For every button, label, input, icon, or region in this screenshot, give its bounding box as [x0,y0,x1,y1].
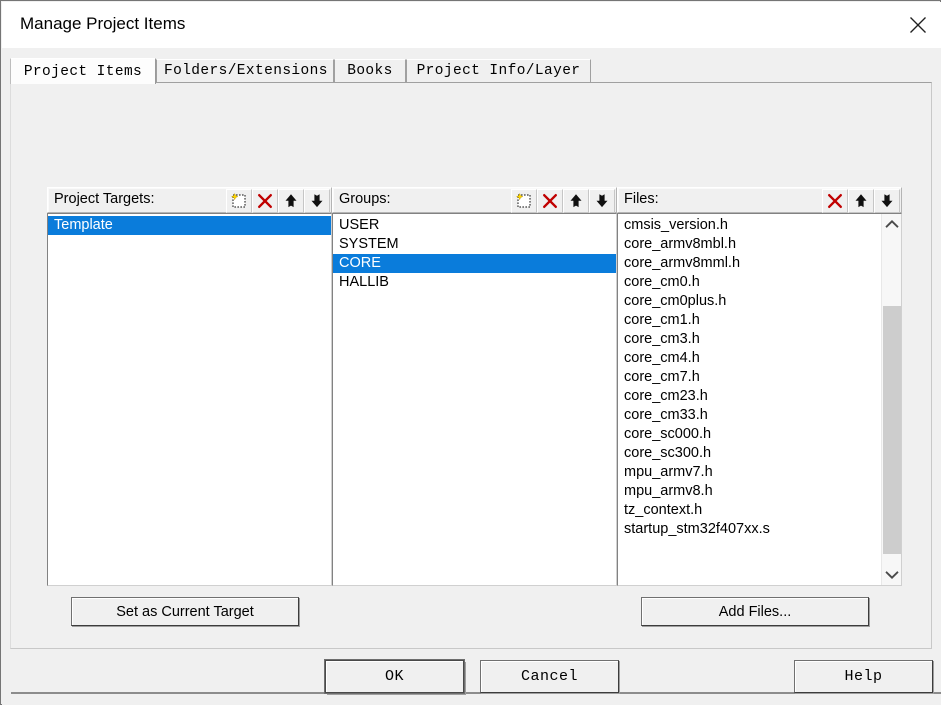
project-targets-pane: Project Targets: Template [47,187,332,586]
list-item[interactable]: mpu_armv8.h [618,482,881,501]
list-item[interactable]: core_sc300.h [618,444,881,463]
move-up-icon[interactable] [278,189,304,213]
list-item[interactable]: Template [48,216,331,235]
groups-toolbar [511,189,615,213]
list-item[interactable]: core_armv8mbl.h [618,235,881,254]
tab-books[interactable]: Books [334,59,406,83]
title-bar: Manage Project Items [2,2,941,48]
list-item[interactable]: SYSTEM [333,235,616,254]
list-item[interactable]: core_armv8mml.h [618,254,881,273]
files-header: Files: [617,187,902,213]
list-item[interactable]: core_cm33.h [618,406,881,425]
add-files-button[interactable]: Add Files... [641,597,869,626]
tab-project-items[interactable]: Project Items [10,58,156,84]
project-targets-listbox[interactable]: Template [47,213,332,586]
list-item[interactable]: core_cm3.h [618,330,881,349]
window-title: Manage Project Items [20,14,186,33]
files-toolbar [822,189,900,213]
list-item[interactable]: cmsis_version.h [618,216,881,235]
list-item[interactable]: core_cm0.h [618,273,881,292]
groups-listbox[interactable]: USER SYSTEM CORE HALLIB [332,213,617,586]
move-down-icon[interactable] [589,189,615,213]
delete-icon[interactable] [252,189,278,213]
files-listbox[interactable]: cmsis_version.h core_armv8mbl.h core_arm… [617,213,902,586]
new-icon[interactable] [226,189,252,213]
list-item[interactable]: core_cm23.h [618,387,881,406]
chevron-down-icon[interactable] [882,565,901,585]
cancel-button[interactable]: Cancel [480,660,619,693]
move-down-icon[interactable] [874,189,900,213]
files-scrollbar-thumb[interactable] [883,306,901,554]
groups-pane: Groups: USER SYSTEM CORE HALLIB [332,187,617,586]
close-icon[interactable] [895,2,941,48]
groups-label: Groups: [339,191,391,207]
list-item[interactable]: core_cm0plus.h [618,292,881,311]
list-item[interactable]: mpu_armv7.h [618,463,881,482]
set-as-current-target-button[interactable]: Set as Current Target [71,597,299,626]
list-item[interactable]: startup_stm32f407xx.s [618,520,881,539]
list-item[interactable]: USER [333,216,616,235]
files-label: Files: [624,191,659,207]
move-up-icon[interactable] [563,189,589,213]
files-pane: Files: cmsis_version.h core_armv8mbl.h c… [617,187,902,586]
list-item[interactable]: core_cm7.h [618,368,881,387]
list-item[interactable]: CORE [333,254,616,273]
tab-project-info-layer[interactable]: Project Info/Layer [406,59,591,83]
list-item[interactable]: tz_context.h [618,501,881,520]
list-item[interactable]: core_cm1.h [618,311,881,330]
delete-icon[interactable] [822,189,848,213]
groups-header: Groups: [332,187,617,213]
move-down-icon[interactable] [304,189,330,213]
manage-project-items-dialog: Manage Project Items Project Items Folde… [0,0,941,705]
list-item[interactable]: core_cm4.h [618,349,881,368]
chevron-up-icon[interactable] [882,214,901,234]
tab-folders-extensions[interactable]: Folders/Extensions [156,59,334,83]
ok-button[interactable]: OK [325,660,464,693]
new-icon[interactable] [511,189,537,213]
tab-page-project-items: Project Targets: Template Groups: USER S… [10,82,932,649]
project-targets-toolbar [226,189,330,213]
project-targets-header: Project Targets: [47,187,332,213]
files-scrollbar[interactable] [881,214,901,585]
list-item[interactable]: HALLIB [333,273,616,292]
dialog-body: Project Items Folders/Extensions Books P… [2,48,941,705]
tab-strip: Project Items Folders/Extensions Books P… [10,58,934,84]
delete-icon[interactable] [537,189,563,213]
help-button[interactable]: Help [794,660,933,693]
project-targets-label: Project Targets: [54,191,155,207]
move-up-icon[interactable] [848,189,874,213]
list-item[interactable]: core_sc000.h [618,425,881,444]
